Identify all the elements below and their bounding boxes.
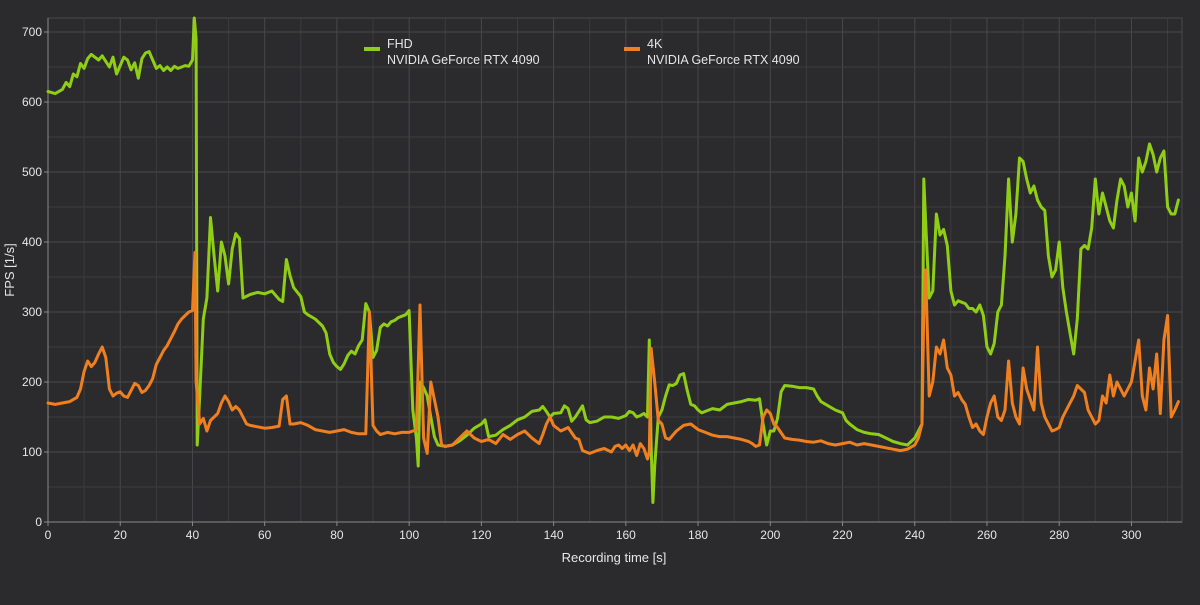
y-tick-label: 300 <box>22 305 42 319</box>
legend-series-name: FHD <box>387 37 413 51</box>
x-axis-label: Recording time [s] <box>562 550 667 565</box>
legend-item-4k: 4K NVIDIA GeForce RTX 4090 <box>624 37 800 67</box>
x-tick-label: 180 <box>688 528 708 542</box>
x-tick-label: 160 <box>616 528 636 542</box>
y-tick-label: 200 <box>22 375 42 389</box>
x-tick-label: 240 <box>905 528 925 542</box>
x-tick-label: 260 <box>977 528 997 542</box>
series-line-fhd <box>46 16 1180 504</box>
legend-series-name: 4K <box>647 37 663 51</box>
y-tick-label: 0 <box>35 515 42 529</box>
x-tick-label: 280 <box>1049 528 1069 542</box>
y-tick-label: 100 <box>22 445 42 459</box>
y-tick-label: 500 <box>22 165 42 179</box>
x-tick-label: 220 <box>833 528 853 542</box>
legend-item-fhd: FHD NVIDIA GeForce RTX 4090 <box>364 37 540 67</box>
x-tick-label: 100 <box>399 528 419 542</box>
legend-series-subtitle: NVIDIA GeForce RTX 4090 <box>387 53 540 67</box>
x-tick-label: 300 <box>1121 528 1141 542</box>
y-tick-label: 700 <box>22 25 42 39</box>
series-lines <box>46 16 1180 504</box>
x-tick-label: 40 <box>186 528 200 542</box>
x-tick-label: 60 <box>258 528 272 542</box>
y-tick-label: 400 <box>22 235 42 249</box>
x-tick-label: 140 <box>544 528 564 542</box>
fps-line-chart: 0 20 40 60 80 100 120 140 160 180 200 220 240 260 280 3… <box>0 0 1200 600</box>
x-tick-label: 20 <box>114 528 128 542</box>
y-axis-label: FPS [1/s] <box>2 243 17 296</box>
x-tick-label: 120 <box>471 528 491 542</box>
x-tick-label: 200 <box>760 528 780 542</box>
legend-series-subtitle: NVIDIA GeForce RTX 4090 <box>647 53 800 67</box>
y-tick-label: 600 <box>22 95 42 109</box>
chart-canvas: 0 20 40 60 80 100 120 140 160 180 200 220 240 260 280 3… <box>2 16 1183 565</box>
x-tick-label: 80 <box>330 528 344 542</box>
x-tick-label: 0 <box>45 528 52 542</box>
